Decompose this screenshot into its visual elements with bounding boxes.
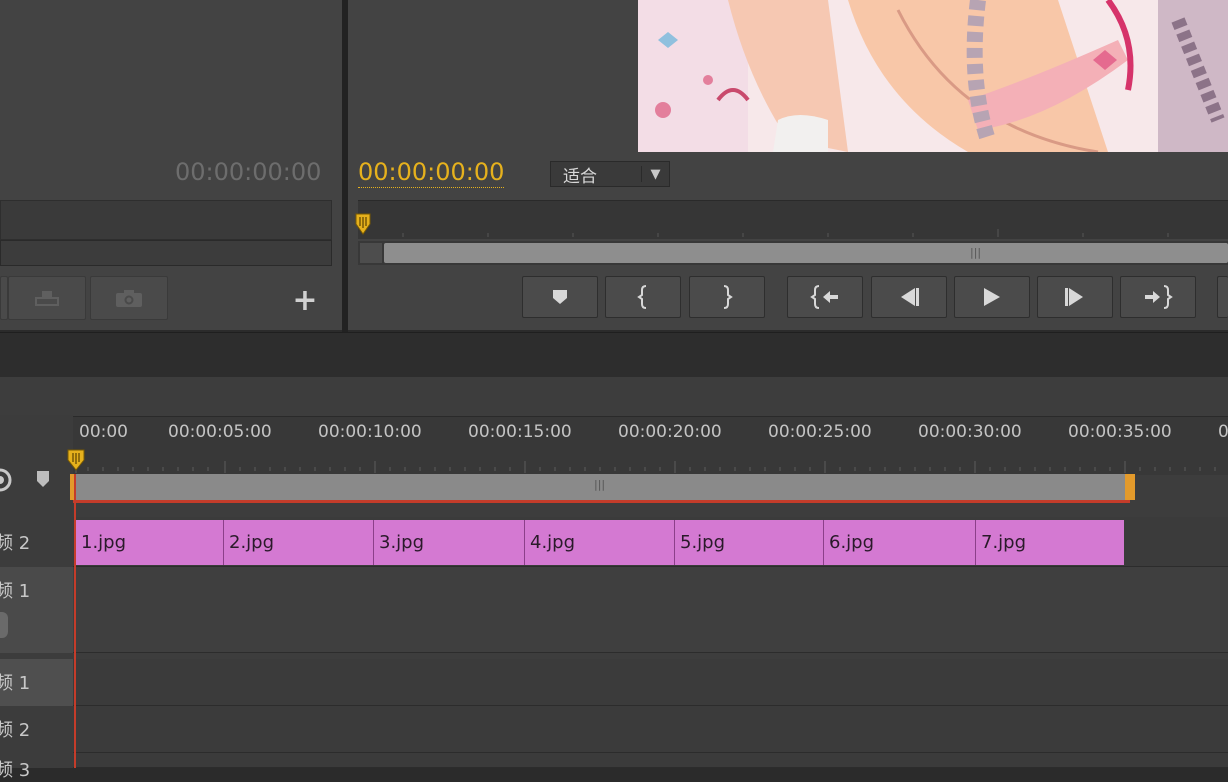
zoom-value: 适合 bbox=[563, 166, 597, 187]
go-to-out-icon bbox=[1145, 285, 1173, 309]
clip[interactable]: 7.jpg bbox=[976, 520, 1124, 565]
clip[interactable]: 1.jpg bbox=[76, 520, 224, 565]
clip-name: 3.jpg bbox=[379, 532, 425, 553]
add-button[interactable]: + bbox=[290, 286, 320, 316]
grip-icon: ||| bbox=[594, 478, 606, 491]
track-label: 频 1 bbox=[0, 673, 31, 694]
chevron-down-icon: ▼ bbox=[650, 166, 661, 182]
step-forward-icon bbox=[1065, 288, 1083, 306]
track-audio-1[interactable] bbox=[73, 659, 1228, 706]
clip-name: 4.jpg bbox=[530, 532, 576, 553]
ruler-label: 00:00:30:00 bbox=[918, 422, 1022, 442]
program-time-ruler[interactable] bbox=[358, 200, 1228, 239]
add-marker-icon[interactable] bbox=[35, 470, 51, 488]
timeline-playhead[interactable] bbox=[67, 448, 85, 474]
clip[interactable]: 2.jpg bbox=[224, 520, 374, 565]
track-label: 频 1 bbox=[0, 581, 31, 602]
source-button-partial[interactable] bbox=[0, 276, 8, 320]
clip-name: 5.jpg bbox=[680, 532, 726, 553]
mark-in-button[interactable] bbox=[605, 276, 681, 318]
mark-out-button[interactable] bbox=[689, 276, 765, 318]
go-to-in-button[interactable] bbox=[787, 276, 863, 318]
ruler-label: 00:00:25:00 bbox=[768, 422, 872, 442]
ruler-label: 00:00 bbox=[79, 422, 128, 442]
program-scroll-thumb[interactable] bbox=[384, 243, 1228, 263]
play-icon bbox=[984, 288, 1000, 306]
program-ruler-ticks bbox=[402, 229, 1169, 237]
clip-name: 1.jpg bbox=[81, 532, 127, 553]
mark-out-icon bbox=[723, 285, 733, 309]
program-preview-image bbox=[638, 0, 1228, 152]
program-playhead[interactable] bbox=[355, 212, 371, 238]
go-to-in-icon bbox=[810, 285, 838, 309]
ruler-label: 00:00:15:00 bbox=[468, 422, 572, 442]
preview-illustration bbox=[638, 0, 1228, 152]
ruler-label: 00:00:20:00 bbox=[618, 422, 722, 442]
ruler-label: 00:00:35:00 bbox=[1068, 422, 1172, 442]
camera-icon bbox=[116, 290, 142, 307]
program-timecode[interactable]: 00:00:00:00 bbox=[358, 158, 505, 188]
track-label: 频 3 bbox=[0, 760, 31, 781]
clip[interactable]: 6.jpg bbox=[824, 520, 976, 565]
snap-icon[interactable] bbox=[0, 467, 12, 493]
mark-in-icon bbox=[637, 285, 647, 309]
clip-name: 2.jpg bbox=[229, 532, 275, 553]
scrollbar-left-handle[interactable] bbox=[360, 243, 382, 263]
ruler-label: 0 bbox=[1218, 422, 1228, 442]
clip-name: 6.jpg bbox=[829, 532, 875, 553]
track-toggle-button[interactable] bbox=[0, 612, 8, 638]
work-area-end-handle[interactable] bbox=[1125, 474, 1135, 500]
render-status-bar bbox=[73, 500, 1130, 503]
track-audio-2[interactable] bbox=[73, 706, 1228, 753]
track-video-1[interactable] bbox=[73, 567, 1228, 653]
source-scrollbar[interactable] bbox=[0, 240, 332, 266]
grip-icon: ||| bbox=[970, 246, 982, 259]
zoom-select[interactable]: 适合 ▼ bbox=[550, 161, 670, 187]
clip[interactable]: 3.jpg bbox=[374, 520, 525, 565]
ruler-label: 00:00:10:00 bbox=[318, 422, 422, 442]
extra-button-partial[interactable] bbox=[1217, 276, 1228, 318]
clip-name: 7.jpg bbox=[981, 532, 1027, 553]
go-to-out-button[interactable] bbox=[1120, 276, 1196, 318]
marker-icon bbox=[553, 290, 567, 304]
add-marker-button[interactable] bbox=[522, 276, 598, 318]
step-back-button[interactable] bbox=[871, 276, 947, 318]
source-timecode[interactable]: 00:00:00:00 bbox=[175, 158, 321, 186]
clip[interactable]: 5.jpg bbox=[675, 520, 824, 565]
panel-separator-band bbox=[0, 332, 1228, 378]
playhead-line bbox=[74, 474, 76, 768]
source-overwrite-button[interactable] bbox=[8, 276, 86, 320]
step-forward-button[interactable] bbox=[1037, 276, 1113, 318]
ruler-label: 00:00:05:00 bbox=[168, 422, 272, 442]
play-button[interactable] bbox=[954, 276, 1030, 318]
track-label: 频 2 bbox=[0, 533, 31, 554]
overwrite-icon bbox=[35, 291, 59, 306]
clip[interactable]: 4.jpg bbox=[525, 520, 675, 565]
source-ruler[interactable] bbox=[0, 200, 332, 240]
export-frame-button[interactable] bbox=[90, 276, 168, 320]
track-label: 频 2 bbox=[0, 720, 31, 741]
step-back-icon bbox=[901, 288, 919, 306]
track-audio-3[interactable] bbox=[73, 753, 1228, 768]
